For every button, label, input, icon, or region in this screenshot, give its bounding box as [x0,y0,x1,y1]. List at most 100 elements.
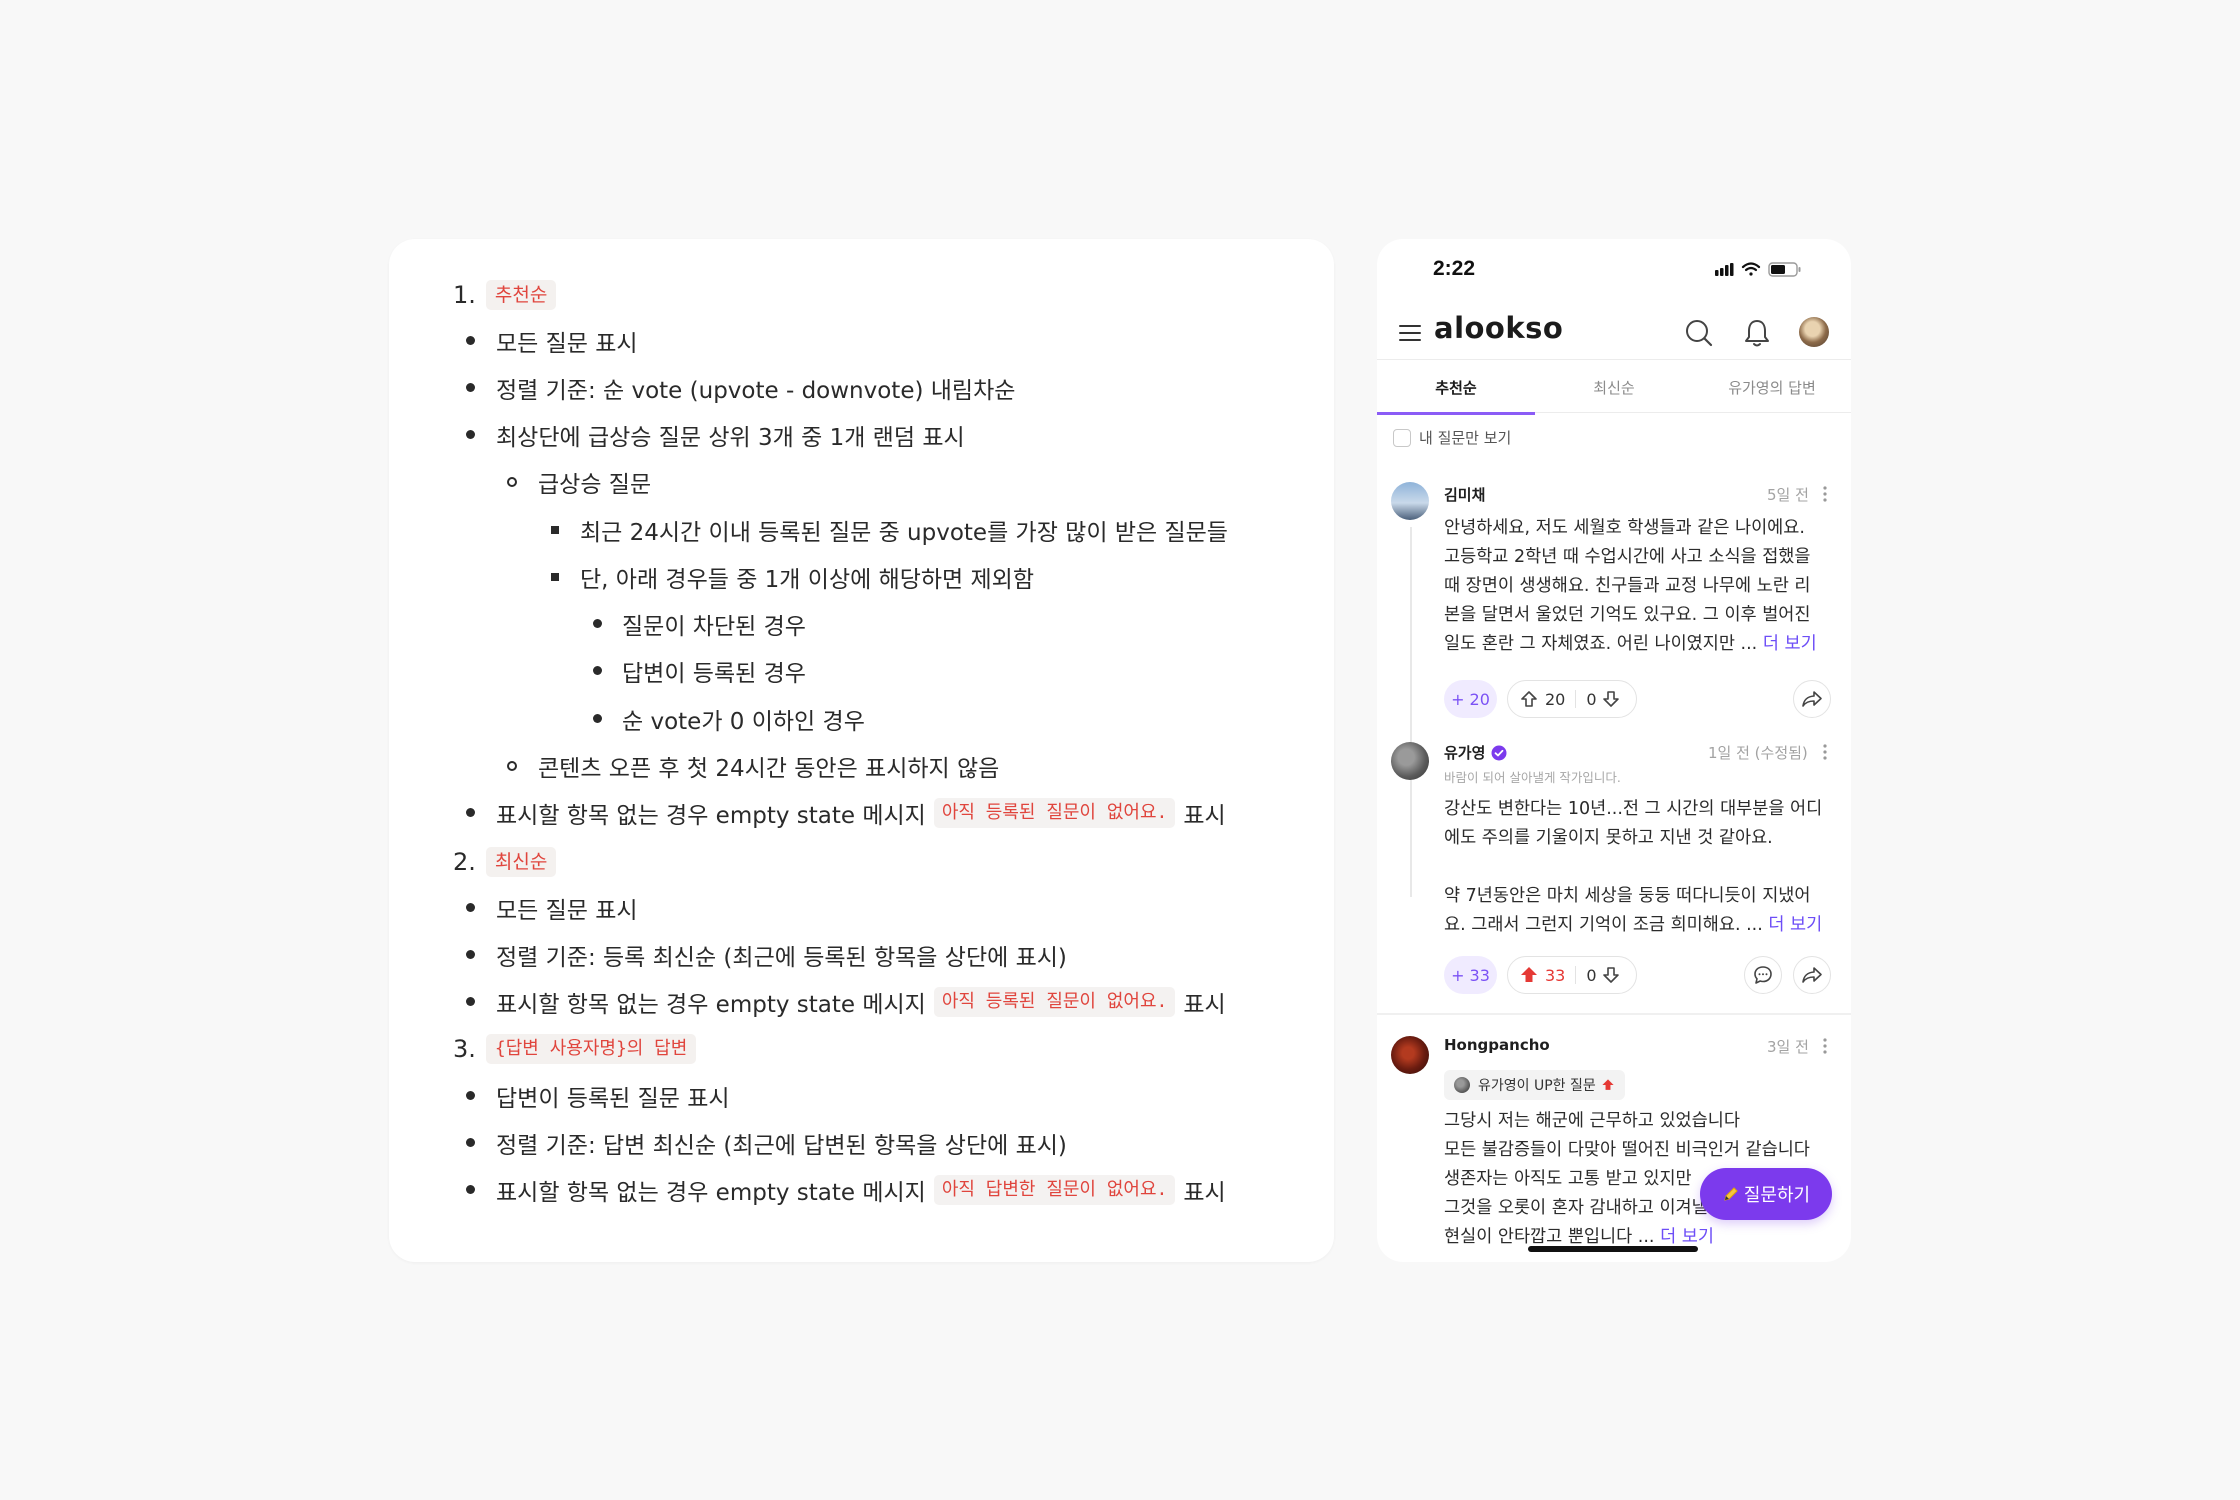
filter-label: 내 질문만 보기 [1419,429,1512,447]
share-button[interactable] [1793,956,1831,994]
body-line: 본을 달면서 울었던 기억도 있구요. 그 이후 벌어진 [1444,605,1811,625]
user-avatar[interactable] [1391,1036,1429,1074]
spec-list-item: 급상승 질문 [507,462,651,502]
upvote-icon[interactable] [1519,689,1539,709]
body-line: 모든 불감증들이 다맞아 떨어진 비극인거 같습니다 [1444,1140,1810,1160]
checkbox[interactable] [1393,428,1411,447]
bullet-disc [466,903,475,912]
tab-answers[interactable]: 유가영의 답변 [1693,360,1851,414]
item-text: 표시할 항목 없는 경우 empty state 메시지 [496,992,926,1018]
post-time: 1일 전 (수정됨) [1708,744,1808,762]
vote-score-badge: + 33 [1444,956,1497,994]
my-questions-filter[interactable]: 내 질문만 보기 [1393,427,1511,448]
bullet-disc [466,336,475,345]
spec-list-item: 답변이 등록된 질문 표시 [466,1076,730,1116]
tab-recommended[interactable]: 추천순 [1377,360,1535,415]
item-text: 표시할 항목 없는 경우 empty state 메시지 [496,803,926,829]
upvote-count: 20 [1545,689,1566,709]
section-2-heading: 2. 최신순 [453,842,557,882]
read-more-link[interactable]: 더 보기 [1660,1227,1714,1247]
bullet-disc [466,1138,475,1147]
share-button[interactable] [1793,680,1831,718]
body-line: 일도 혼란 그 자체였죠. 어린 나이였지만 ... [1444,634,1758,654]
section-1-heading: 1. 추천순 [453,275,557,315]
comment-button[interactable] [1744,956,1782,994]
ask-question-button[interactable]: 질문하기 [1700,1168,1832,1220]
tab-label: 최신순 [1593,378,1635,397]
phone-screen: 2:22 alookso 추천순 최신순 유가영의 답변 내 질문만 보기 김미… [1377,239,1851,1262]
body-line: 때 장면이 생생해요. 친구들과 교정 나무에 노란 리 [1444,576,1811,596]
bullet-disc [466,383,475,392]
author-name: 유가영 [1444,744,1486,762]
author-name[interactable]: 김미채 [1444,484,1485,505]
body-line: 에도 주의를 기울이지 못하고 지낸 것 같아요. [1444,828,1773,848]
item-text: 표시할 항목 없는 경우 empty state 메시지 [496,1180,926,1206]
more-options-icon[interactable] [1823,744,1827,760]
spec-list-item: 최상단에 급상승 질문 상위 3개 중 1개 랜덤 표시 [466,415,965,455]
tab-label: 추천순 [1435,378,1477,397]
section-number: 3. [453,1035,476,1063]
item-text: 답변이 등록된 질문 표시 [496,1086,730,1112]
search-icon[interactable] [1683,317,1715,349]
signal-icon [1715,263,1734,276]
body-line: 고등학교 2학년 때 수업시간에 사고 소식을 접했을 [1444,547,1811,567]
section-number: 1. [453,281,476,309]
item-text: 모든 질문 표시 [496,331,638,357]
section-3-heading: 3. {답변 사용자명}의 답변 [453,1029,697,1069]
body-line: 강산도 변한다는 10년...전 그 시간의 대부분을 어디 [1444,799,1823,819]
tab-latest[interactable]: 최신순 [1535,360,1693,414]
vote-pill: 20 0 [1507,680,1637,718]
empty-state-code: 아직 등록된 질문이 없어요. [933,798,1176,828]
bell-icon[interactable] [1742,317,1772,349]
spec-list-item: 표시할 항목 없는 경우 empty state 메시지 아직 답변한 질문이 없… [466,1170,1226,1210]
vote-pill: 33 0 [1507,956,1637,994]
profile-avatar[interactable] [1799,317,1829,347]
pill-divider [1575,690,1577,708]
downvote-icon[interactable] [1601,689,1621,709]
post-body: 강산도 변한다는 10년...전 그 시간의 대부분을 어디 에도 주의를 기울… [1444,795,1836,940]
bullet-disc [466,997,475,1006]
battery-icon [1768,262,1801,277]
downvote-icon[interactable] [1601,965,1621,985]
body-line: 현실이 안타깝고 뿐입니다 ... [1444,1227,1655,1247]
item-text-suffix: 표시 [1183,803,1226,829]
item-text: 단, 아래 경우들 중 1개 이상에 해당하면 제외함 [580,567,1035,593]
read-more-link[interactable]: 더 보기 [1768,915,1822,935]
item-text: 콘텐츠 오픈 후 첫 24시간 동안은 표시하지 않음 [538,756,1000,782]
read-more-link[interactable]: 더 보기 [1763,634,1817,654]
bullet-disc [593,714,602,723]
post-body: 안녕하세요, 저도 세월호 학생들과 같은 나이에요. 고등학교 2학년 때 수… [1444,514,1836,659]
status-time: 2:22 [1433,257,1476,280]
spec-list-item: 표시할 항목 없는 경우 empty state 메시지 아직 등록된 질문이 없… [466,793,1226,833]
verified-badge-icon [1491,745,1507,760]
spec-list-item: 표시할 항목 없는 경우 empty state 메시지 아직 등록된 질문이 없… [466,982,1226,1022]
app-logo[interactable]: alookso [1434,311,1563,345]
author-name[interactable]: Hongpancho [1444,1036,1550,1054]
author-name-row[interactable]: 유가영 [1444,742,1507,763]
item-text: 모든 질문 표시 [496,898,638,924]
bullet-circle [507,761,517,771]
thread-line [1410,527,1412,897]
bullet-square [551,573,559,581]
menu-icon[interactable] [1398,323,1422,343]
empty-state-code: 아직 등록된 질문이 없어요. [933,987,1176,1017]
user-avatar[interactable] [1391,482,1429,520]
more-options-icon[interactable] [1823,486,1827,502]
more-options-icon[interactable] [1823,1038,1827,1054]
body-line-last: 일도 혼란 그 자체였죠. 어린 나이였지만 ... 더 보기 [1444,630,1836,659]
user-avatar[interactable] [1391,742,1429,780]
spec-list-item: 정렬 기준: 등록 최신순 (최근에 등록된 항목을 상단에 표시) [466,935,1067,975]
home-indicator [1528,1246,1698,1252]
bullet-disc [466,808,475,817]
item-text-suffix: 표시 [1183,992,1226,1018]
bullet-disc [466,950,475,959]
post-divider [1377,1013,1851,1015]
bullet-square [551,526,559,534]
upvote-active-icon[interactable] [1519,965,1539,985]
bullet-disc [466,430,475,439]
upvote-active-icon [1602,1079,1614,1090]
body-line-last: 요. 그래서 그런지 기억이 조금 희미해요. ... 더 보기 [1444,911,1836,940]
bullet-disc [466,1091,475,1100]
bullet-circle [507,477,517,487]
tab-bar: 추천순 최신순 유가영의 답변 [1377,359,1851,415]
